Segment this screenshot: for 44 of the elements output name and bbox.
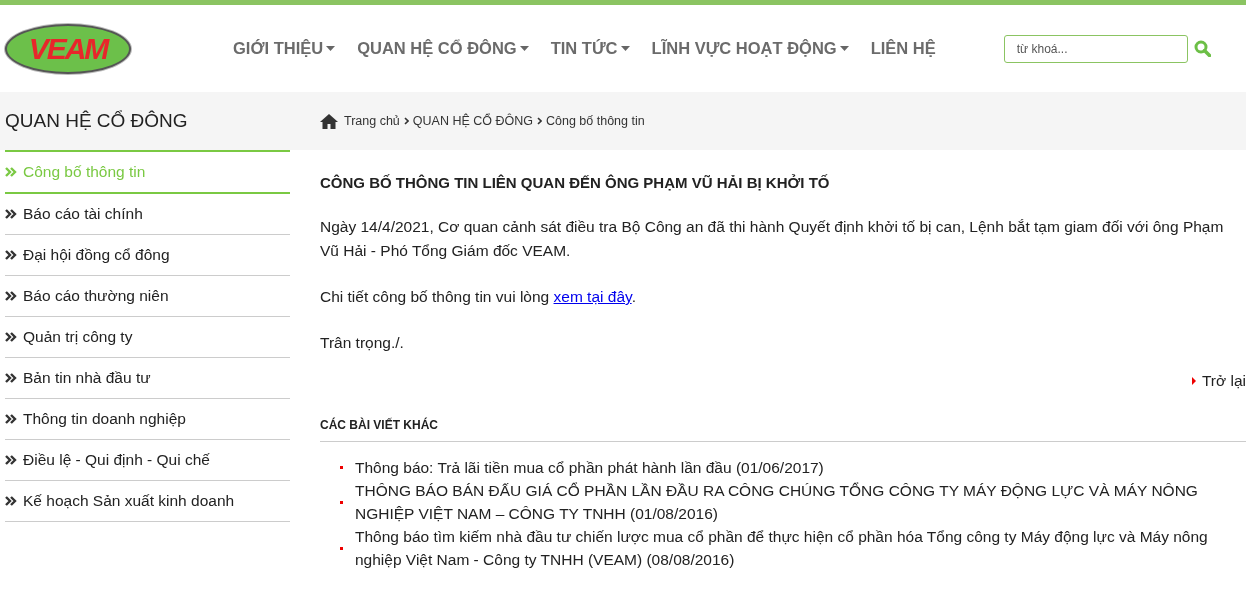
- article-title: CÔNG BỐ THÔNG TIN LIÊN QUAN ĐẾN ÔNG PHẠM VŨ HẢI BỊ KHỞI TỐ: [320, 174, 831, 191]
- related-title: CÁC BÀI VIẾT KHÁC: [320, 418, 1246, 442]
- sidebar-item[interactable]: Quản trị công ty: [5, 317, 290, 358]
- bullet-icon: [340, 466, 343, 469]
- related-link[interactable]: THÔNG BÁO BÁN ĐẤU GIÁ CỔ PHẦN LẦN ĐẦU RA CÔNG CHÚNG TỔNG CÔNG TY MÁY ĐỘNG LỰC VÀ MÁY NÔNG NGHIỆP VIỆT NAM – CÔNG TY TNHH (01/08/2016): [355, 479, 1246, 525]
- sidebar-item[interactable]: Thông tin doanh nghiệp: [5, 399, 290, 440]
- sidebar-title: QUAN HỆ CỔ ĐÔNG: [5, 110, 188, 132]
- bullet-icon: [340, 500, 343, 504]
- chevron-icon: [5, 167, 17, 177]
- sidebar-item[interactable]: Điều lệ - Qui định - Qui chế: [5, 440, 290, 481]
- nav-link[interactable]: TIN TỨC: [550, 39, 630, 58]
- bullet-icon: [340, 546, 343, 550]
- breadcrumb-link[interactable]: Trang chủ: [344, 114, 400, 128]
- back-link[interactable]: Trở lại: [1191, 372, 1246, 390]
- chevron-icon: [5, 414, 17, 424]
- sidebar-item[interactable]: Bản tin nhà đầu tư: [5, 358, 290, 399]
- chevron-icon: [537, 117, 542, 125]
- breadcrumb-link[interactable]: QUAN HỆ CỔ ĐÔNG: [412, 114, 533, 128]
- nav-link[interactable]: GIỚI THIỆU: [233, 39, 336, 58]
- sidebar-item[interactable]: Kế hoạch Sản xuất kinh doanh: [5, 481, 290, 522]
- nav-link[interactable]: LĨNH VỰC HOẠT ĐỘNG: [651, 39, 849, 58]
- chevron-icon: [5, 455, 17, 465]
- chevron-icon: [5, 291, 17, 301]
- chevron-icon: [5, 209, 17, 219]
- triangle-icon: [1191, 377, 1196, 385]
- chevron-icon: [5, 332, 17, 342]
- nav-link[interactable]: LIÊN HỆ: [870, 39, 936, 58]
- sidebar-item[interactable]: Báo cáo thường niên: [5, 276, 290, 317]
- chevron-icon: [403, 117, 409, 125]
- article-text: Chi tiết công bố thông tin vui lòng: [320, 288, 550, 305]
- chevron-icon: [5, 373, 17, 383]
- related-link[interactable]: Thông báo: Trả lãi tiền mua cổ phần phát hành lần đầu (01/06/2017): [355, 456, 824, 479]
- detail-link[interactable]: xem tại đây: [553, 288, 632, 305]
- chevron-icon: [5, 496, 17, 506]
- nav-link[interactable]: QUAN HỆ CỔ ĐÔNG: [357, 39, 529, 58]
- sidebar-item[interactable]: Báo cáo tài chính: [5, 194, 290, 235]
- breadcrumb-link[interactable]: Công bố thông tin: [546, 114, 645, 128]
- article-paragraph: Ngày 14/4/2021, Cơ quan cảnh sát điều tra Bộ Công an đã thi hành Quyết định khởi tố bị can, Lệnh bắt tạm giam đối với ông Phạm Vũ Hải - Phó Tổng Giám đốc VEAM.: [320, 217, 1225, 261]
- related-link[interactable]: Thông báo tìm kiếm nhà đầu tư chiến lược mua cổ phần để thực hiện cổ phần hóa Tổng công ty Máy động lực và Máy nông nghiệp Việt Nam - Công ty TNHH (VEAM) (08/08/2016): [355, 525, 1246, 571]
- search-field[interactable]: từ khoá...: [1003, 34, 1188, 63]
- home-icon[interactable]: [320, 113, 338, 129]
- sidebar-item[interactable]: Đại hội đồng cổ đông: [5, 235, 290, 276]
- chevron-icon: [5, 250, 17, 260]
- closing-text: Trân trọng./.: [320, 333, 405, 353]
